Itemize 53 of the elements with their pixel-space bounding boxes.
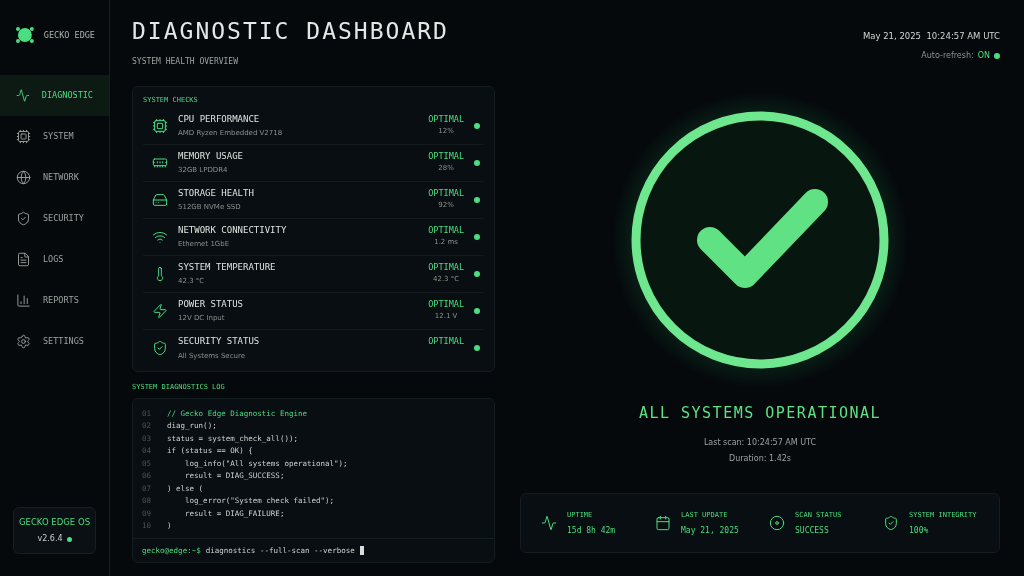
check-status: OPTIMAL [428, 186, 464, 200]
sidebar-item[interactable]: NETWORK [0, 157, 109, 198]
auto-refresh-value: ON [977, 49, 990, 62]
os-name: GECKO EDGE OS [18, 516, 91, 529]
sidebar-item[interactable]: SYSTEM [0, 116, 109, 157]
check-name: POWER STATUS [178, 297, 245, 311]
brand-name: GECKO EDGE [43, 29, 95, 42]
settings-icon [16, 334, 31, 349]
auto-refresh-label: Auto-refresh: [921, 49, 974, 62]
calendar-icon [655, 515, 671, 532]
os-version: v2.6.4 [37, 533, 63, 545]
page-title: DIAGNOSTIC DASHBOARD [132, 20, 450, 43]
chip-icon [152, 117, 168, 134]
scan-duration: Duration: 1.42s [728, 453, 792, 466]
stat-value: SUCCESS [795, 524, 830, 537]
status-headline: ALL SYSTEMS OPERATIONAL [637, 402, 883, 424]
sidebar-item[interactable]: LOGS [0, 239, 109, 280]
sidebar-item[interactable]: REPORTS [0, 280, 109, 321]
cursor-icon [359, 546, 364, 555]
check-status: OPTIMAL [428, 334, 464, 348]
check-status: OPTIMAL [428, 297, 464, 311]
shield-icon [16, 211, 31, 226]
check-status: OPTIMAL [428, 149, 464, 163]
check-name: STORAGE HEALTH [178, 186, 255, 200]
document-icon [16, 252, 31, 267]
check-status: OPTIMAL [428, 112, 464, 126]
stat-value: 100% [909, 524, 930, 537]
check-status: OPTIMAL [428, 223, 464, 237]
pulse-icon [16, 88, 30, 103]
stat-value: 15d 8h 42m [567, 524, 616, 537]
sidebar-item[interactable]: DIAGNOSTIC [0, 75, 109, 116]
shield-icon [883, 515, 899, 532]
check-name: NETWORK CONNECTIVITY [178, 223, 288, 237]
chip-icon [16, 129, 31, 144]
drive-icon [152, 191, 168, 208]
sidebar-item[interactable]: SECURITY [0, 198, 109, 239]
globe-icon [16, 170, 31, 185]
sidebar-item[interactable]: SETTINGS [0, 321, 109, 362]
check-name: CPU PERFORMANCE [178, 112, 261, 126]
last-scan: Last scan: 10:24:57 AM UTC [702, 437, 818, 450]
lightning-icon [152, 302, 168, 319]
check-status: OPTIMAL [428, 260, 464, 274]
page-subtitle: SYSTEM HEALTH OVERVIEW [132, 56, 239, 68]
date-time: May 21, 2025 10:24:57 AM UTC [862, 30, 1000, 43]
bar-chart-icon [16, 293, 31, 308]
check-name: SECURITY STATUS [178, 335, 261, 348]
pulse-icon [541, 515, 557, 532]
check-name: MEMORY USAGE [178, 149, 245, 163]
disc-icon [769, 515, 785, 532]
gecko-logo-icon [14, 24, 36, 46]
check-name: SYSTEM TEMPERATURE [178, 260, 277, 274]
shield-icon [152, 340, 168, 356]
stat-value: May 21, 2025 [681, 524, 739, 537]
